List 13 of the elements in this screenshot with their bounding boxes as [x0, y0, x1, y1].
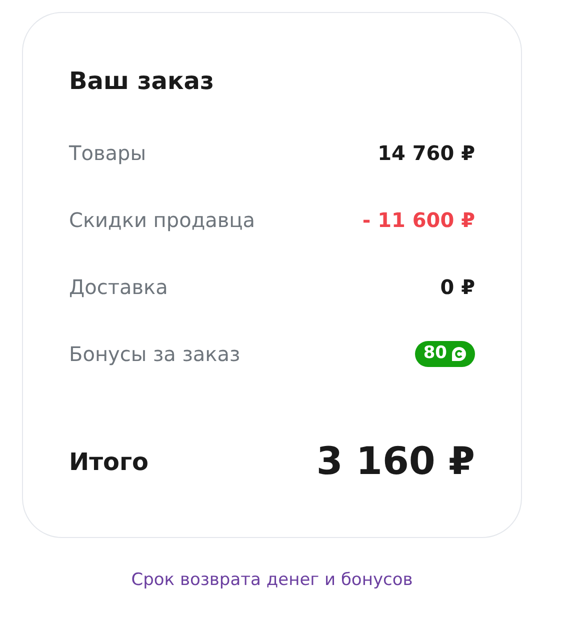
row-amount: 0 ₽	[440, 274, 475, 300]
refund-terms-link[interactable]: Срок возврата денег и бонусов	[131, 568, 413, 594]
total-label: Итого	[69, 446, 149, 478]
card-title: Ваш заказ	[69, 66, 215, 97]
row-label: Товары	[69, 140, 146, 166]
row-amount: 14 760 ₽	[378, 140, 475, 166]
row-label: Бонусы за заказ	[69, 340, 240, 368]
row-label: Скидки продавца	[69, 206, 256, 234]
row-label: Доставка	[69, 274, 168, 300]
discount-amount: - 11 600 ₽	[362, 206, 475, 234]
bonus-badge: 80	[415, 340, 475, 366]
total-amount: 3 160 ₽	[316, 438, 475, 485]
bonus-coin-icon	[451, 346, 467, 362]
